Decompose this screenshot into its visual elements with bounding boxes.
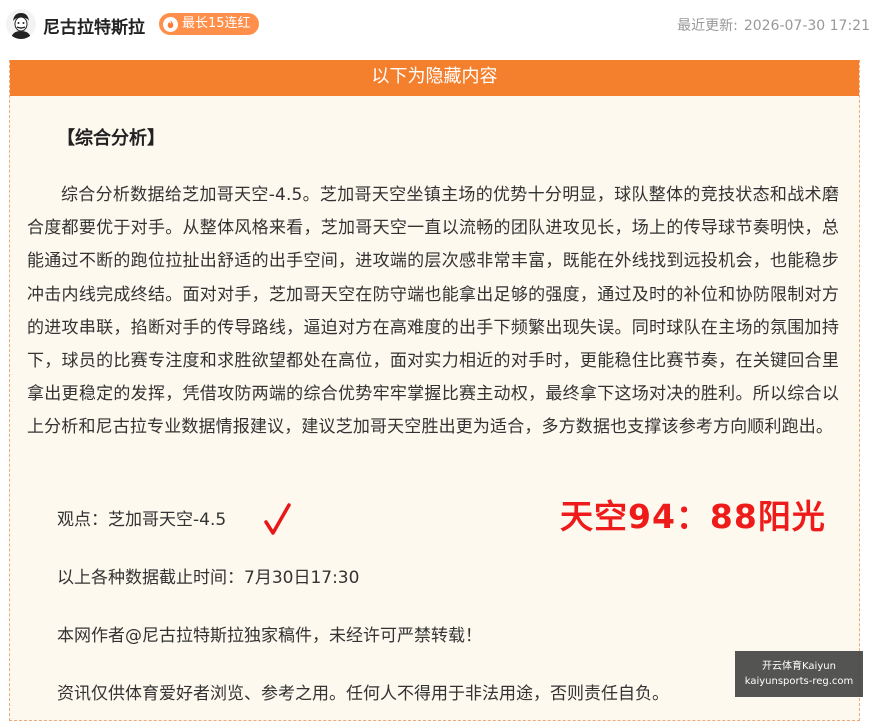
fire-icon: [163, 16, 178, 32]
disclaimer-text: 资讯仅供体育爱好者浏览、参考之用。任何人不得用于非法用途，否则责任自负。: [57, 684, 669, 704]
streak-label: 最长15连红: [182, 16, 251, 31]
watermark-overlay: 开云体育Kaiyun kaiyunsports-reg.com: [735, 651, 863, 697]
watermark-line1: 开云体育Kaiyun: [762, 661, 836, 672]
viewpoint-text: 观点：芝加哥天空-4.5: [57, 510, 227, 530]
section-title: 【综合分析】: [57, 128, 165, 149]
watermark-line2: kaiyunsports-reg.com: [744, 676, 854, 687]
streak-badge: 最长15连红: [159, 13, 259, 35]
author-name[interactable]: 尼古拉特斯拉: [43, 13, 145, 38]
updated-time: 2026-07-30 17:21: [743, 18, 870, 34]
analysis-paragraph: 综合分析数据给芝加哥天空-4.5。芝加哥天空坐镇主场的优势十分明显，球队整体的竞…: [27, 185, 839, 438]
hidden-content-banner: 以下为隐藏内容: [10, 60, 859, 96]
red-check-icon: [264, 503, 291, 535]
data-cutoff-text: 以上各种数据截止时间：7月30日17:30: [57, 568, 360, 588]
article-header: 尼古拉特斯拉 最长15连红 最近更新: 2026-07-30 17:21: [0, 0, 874, 52]
result-score: 天空94：88阳光: [560, 497, 826, 536]
last-updated: 最近更新: 2026-07-30 17:21: [671, 15, 870, 35]
author-avatar[interactable]: [6, 9, 36, 39]
updated-label: 最近更新:: [677, 18, 738, 34]
copyright-notice: 本网作者@尼古拉特斯拉独家稿件，未经许可严禁转载！: [57, 626, 482, 646]
